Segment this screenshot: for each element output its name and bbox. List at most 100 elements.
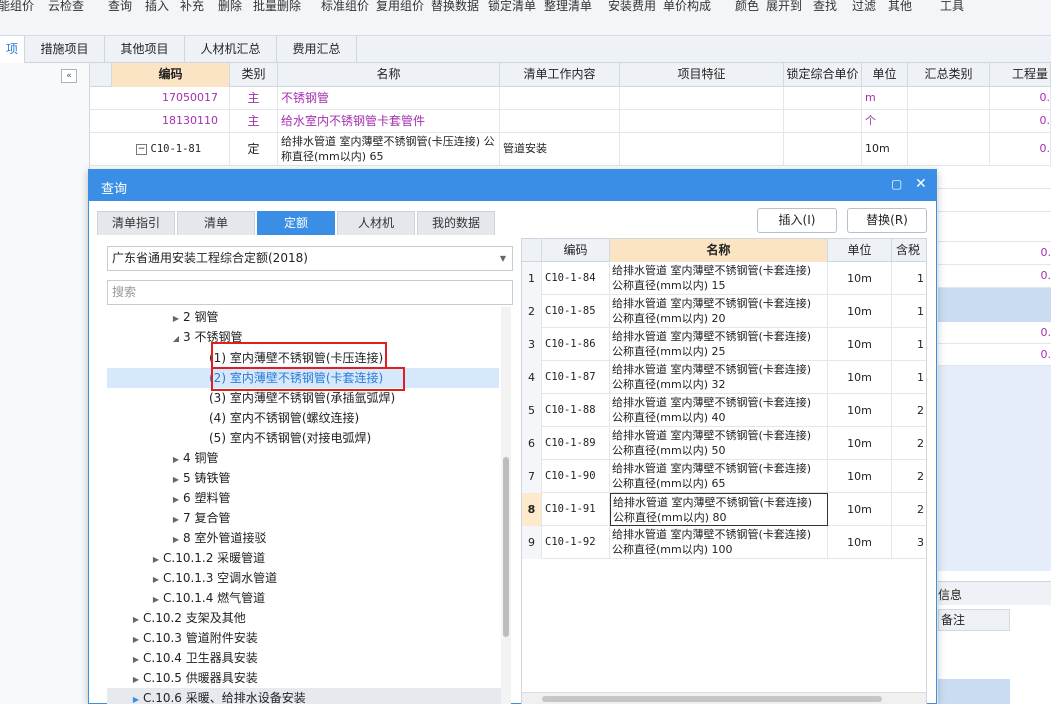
result-row[interactable]: 6 C10-1-89 给排水管道 室内薄壁不锈钢管(卡套连接) 公称直径(mm以内)… xyxy=(522,427,926,460)
col-type[interactable]: 类别 xyxy=(230,63,278,87)
result-cell: 给排水管道 室内薄壁不锈钢管(卡套连接) 公称直径(mm以内) 15 xyxy=(610,262,828,295)
tab-quota[interactable]: 定额 xyxy=(257,211,335,235)
result-row[interactable]: 3 C10-1-86 给排水管道 室内薄壁不锈钢管(卡套连接) 公称直径(mm以内)… xyxy=(522,328,926,361)
result-row[interactable]: 5 C10-1-88 给排水管道 室内薄壁不锈钢管(卡套连接) 公称直径(mm以内)… xyxy=(522,394,926,427)
tree-node[interactable]: ▶ C.10.1.3 空调水管道 xyxy=(149,568,277,588)
result-row-selected[interactable]: 8 C10-1-91 给排水管道 室内薄壁不锈钢管(卡套连接) 公称直径(mm以内)… xyxy=(522,493,926,526)
tree-node[interactable]: ▶ 5 铸铁管 xyxy=(169,468,231,488)
tree-node-label: 7 复合管 xyxy=(183,511,231,525)
rcol-code[interactable]: 编码 xyxy=(542,239,610,262)
result-cell: 4 xyxy=(522,361,542,394)
maximize-icon[interactable]: ▢ xyxy=(891,177,902,191)
col-work-content[interactable]: 清单工作内容 xyxy=(500,63,620,87)
tab-fee-summary[interactable]: 费用汇总 xyxy=(277,36,357,63)
tb-supplement[interactable]: 补充 xyxy=(180,0,204,14)
tb-color[interactable]: 颜色 xyxy=(735,0,759,14)
collapse-left-icon[interactable]: « xyxy=(61,69,77,83)
tb-install-fee[interactable]: 安装费用 xyxy=(608,0,656,14)
result-cell: 给排水管道 室内薄壁不锈钢管(卡套连接) 公称直径(mm以内) 40 xyxy=(610,394,828,427)
col-quantity[interactable]: 工程量 xyxy=(990,63,1051,87)
collapse-row-icon[interactable]: − xyxy=(136,143,147,155)
replace-button[interactable]: 替换(R) xyxy=(847,208,927,233)
rcol-name[interactable]: 名称 xyxy=(610,239,828,262)
tb-expand-to[interactable]: 展开到 xyxy=(766,0,802,14)
annotation-redbox xyxy=(211,342,387,369)
tree-node[interactable]: ▶ C.10.1.4 燃气管道 xyxy=(149,588,265,608)
tree-node[interactable]: ▶ C.10.4 卫生器具安装 xyxy=(129,648,258,668)
result-cell: 1 xyxy=(892,328,926,361)
insert-button[interactable]: 插入(I) xyxy=(757,208,837,233)
table-row[interactable]: 17050017 主 不锈钢管 m 0. xyxy=(90,87,1051,110)
tb-other[interactable]: 其他 xyxy=(888,0,912,14)
tb-find[interactable]: 查找 xyxy=(813,0,837,14)
tb-smart-price[interactable]: 能组价 xyxy=(0,0,34,14)
result-cell: C10-1-88 xyxy=(542,394,610,427)
tab-bar: 项 措施项目 其他项目 人材机汇总 费用汇总 xyxy=(0,36,1051,63)
tree-node[interactable]: (5) 室内不锈钢管(对接电弧焊) xyxy=(209,428,371,448)
expand-icon: ▶ xyxy=(132,635,140,644)
tb-lock-list[interactable]: 锁定清单 xyxy=(488,0,536,14)
tree-node[interactable]: ▶ C.10.5 供暖器具安装 xyxy=(129,668,258,688)
tb-query[interactable]: 查询 xyxy=(108,0,132,14)
tab-labor-material[interactable]: 人材机 xyxy=(337,211,415,235)
tab-my-data[interactable]: 我的数据 xyxy=(417,211,495,235)
result-cell: 3 xyxy=(522,328,542,361)
col-features[interactable]: 项目特征 xyxy=(620,63,784,87)
table-row[interactable]: − C10-1-81 定 给排水管道 室内薄壁不锈钢管(卡压连接) 公称直径(m… xyxy=(90,133,1051,166)
tb-filter[interactable]: 过滤 xyxy=(852,0,876,14)
tree-node[interactable]: ▶ C.10.6 采暖、给排水设备安装 xyxy=(129,688,306,704)
tab-list-items[interactable]: 项 xyxy=(0,36,25,63)
rcol-unit[interactable]: 单位 xyxy=(828,239,892,262)
tb-unit-price[interactable]: 单价构成 xyxy=(663,0,711,14)
tree-node[interactable]: ▶ C.10.1.2 采暖管道 xyxy=(149,548,265,568)
tb-cloud-check[interactable]: 云检查 xyxy=(48,0,84,14)
result-cell: 给排水管道 室内薄壁不锈钢管(卡套连接) 公称直径(mm以内) 25 xyxy=(610,328,828,361)
result-row[interactable]: 1 C10-1-84 给排水管道 室内薄壁不锈钢管(卡套连接) 公称直径(mm以内)… xyxy=(522,262,926,295)
rcol-tax[interactable]: 含税 xyxy=(892,239,926,262)
tab-list[interactable]: 清单 xyxy=(177,211,255,235)
tb-standard-price[interactable]: 标准组价 xyxy=(321,0,369,14)
result-cell: 给排水管道 室内薄壁不锈钢管(卡套连接) 公称直径(mm以内) 50 xyxy=(610,427,828,460)
tb-organize-list[interactable]: 整理清单 xyxy=(544,0,592,14)
quota-library-select[interactable]: 广东省通用安装工程综合定额(2018) ▼ xyxy=(107,246,513,271)
tree-node[interactable]: (3) 室内薄壁不锈钢管(承插氩弧焊) xyxy=(209,388,395,408)
tree-node[interactable]: ▶ 2 钢管 xyxy=(169,307,219,327)
tree-node[interactable]: ▶ C.10.2 支架及其他 xyxy=(129,608,246,628)
close-icon[interactable]: ✕ xyxy=(915,176,927,192)
tree-node[interactable]: ▶ C.10.3 管道附件安装 xyxy=(129,628,258,648)
tree-node[interactable]: ▶ 8 室外管道接驳 xyxy=(169,528,267,548)
tb-reuse-price[interactable]: 复用组价 xyxy=(376,0,424,14)
tree-node[interactable]: (4) 室内不锈钢管(螺纹连接) xyxy=(209,408,359,428)
col-summary-type[interactable]: 汇总类别 xyxy=(908,63,990,87)
tree-node[interactable]: ▶ 7 复合管 xyxy=(169,508,231,528)
tree-node[interactable]: ▶ 6 塑料管 xyxy=(169,488,231,508)
result-cell: C10-1-90 xyxy=(542,460,610,493)
tb-batch-delete[interactable]: 批量删除 xyxy=(253,0,301,14)
result-hscrollbar[interactable] xyxy=(522,692,926,704)
tree-node-label: 6 塑料管 xyxy=(183,491,231,505)
result-cell: 10m xyxy=(828,526,892,559)
search-input[interactable]: 搜索 xyxy=(107,280,513,305)
result-row[interactable]: 9 C10-1-92 给排水管道 室内薄壁不锈钢管(卡套连接) 公称直径(mm以内)… xyxy=(522,526,926,559)
tab-list-guide[interactable]: 清单指引 xyxy=(97,211,175,235)
col-name[interactable]: 名称 xyxy=(278,63,500,87)
table-row[interactable]: 18130110 主 给水室内不锈钢管卡套管件 个 0. xyxy=(90,110,1051,133)
tb-replace-data[interactable]: 替换数据 xyxy=(431,0,479,14)
result-row[interactable]: 2 C10-1-85 给排水管道 室内薄壁不锈钢管(卡套连接) 公称直径(mm以内)… xyxy=(522,295,926,328)
tab-other-items[interactable]: 其他项目 xyxy=(105,36,185,63)
result-row[interactable]: 7 C10-1-90 给排水管道 室内薄壁不锈钢管(卡套连接) 公称直径(mm以内)… xyxy=(522,460,926,493)
col-locked-price[interactable]: 锁定综合单价 xyxy=(784,63,862,87)
col-unit[interactable]: 单位 xyxy=(862,63,908,87)
tab-measures[interactable]: 措施项目 xyxy=(25,36,105,63)
result-row[interactable]: 4 C10-1-87 给排水管道 室内薄壁不锈钢管(卡套连接) 公称直径(mm以内)… xyxy=(522,361,926,394)
tree-scrollbar[interactable] xyxy=(501,307,511,704)
tree-node-label: C.10.1.2 采暖管道 xyxy=(163,551,266,565)
tb-delete[interactable]: 删除 xyxy=(218,0,242,14)
info-tab[interactable]: 信息 xyxy=(938,581,1051,605)
tb-tools[interactable]: 工具 xyxy=(940,0,964,14)
tb-insert[interactable]: 插入 xyxy=(145,0,169,14)
tab-labor-material-summary[interactable]: 人材机汇总 xyxy=(185,36,277,63)
col-code[interactable]: 编码 xyxy=(112,63,230,87)
tree-node[interactable]: ▶ 4 铜管 xyxy=(169,448,219,468)
result-cell: 10m xyxy=(828,493,892,526)
